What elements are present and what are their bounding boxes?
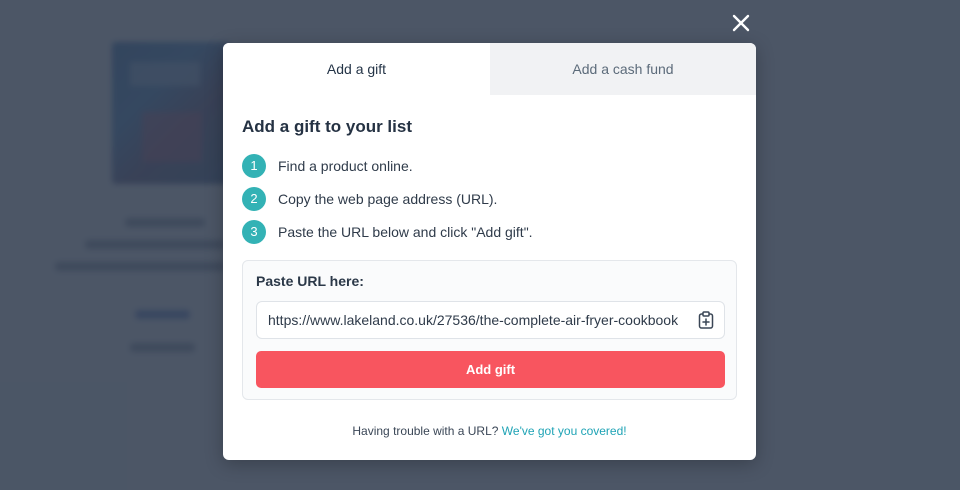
step-number-badge: 2 [242,186,266,211]
step-number-badge: 3 [242,219,266,244]
help-text: Having trouble with a URL? [352,424,499,438]
help-link[interactable]: We've got you covered! [502,424,627,438]
step-text: Find a product online. [278,157,413,174]
modal-heading: Add a gift to your list [242,117,412,136]
tab-add-gift[interactable]: Add a gift [223,43,490,95]
url-panel: Paste URL here: Add gift [242,260,737,400]
help-note: Having trouble with a URL? We've got you… [242,424,737,438]
close-icon [732,14,750,32]
step-item: 2 Copy the web page address (URL). [242,186,737,211]
tab-add-cash-fund[interactable]: Add a cash fund [490,43,756,95]
step-item: 3 Paste the URL below and click "Add gif… [242,219,737,244]
steps-list: 1 Find a product online. 2 Copy the web … [242,153,737,244]
clipboard-plus-icon[interactable] [698,311,714,329]
url-label: Paste URL here: [256,273,364,289]
tab-bar: Add a gift Add a cash fund [223,43,756,95]
step-text: Paste the URL below and click "Add gift"… [278,223,533,240]
step-text: Copy the web page address (URL). [278,190,498,207]
step-number-badge: 1 [242,153,266,178]
url-input[interactable] [268,302,686,338]
add-gift-button[interactable]: Add gift [256,351,725,388]
modal-body: Add a gift to your list 1 Find a product… [223,95,756,438]
close-button[interactable] [728,10,754,36]
step-item: 1 Find a product online. [242,153,737,178]
page: Add a gift Add a cash fund Add a gift to… [0,0,960,490]
url-field-wrapper [256,301,725,339]
add-gift-modal: Add a gift Add a cash fund Add a gift to… [223,43,756,460]
